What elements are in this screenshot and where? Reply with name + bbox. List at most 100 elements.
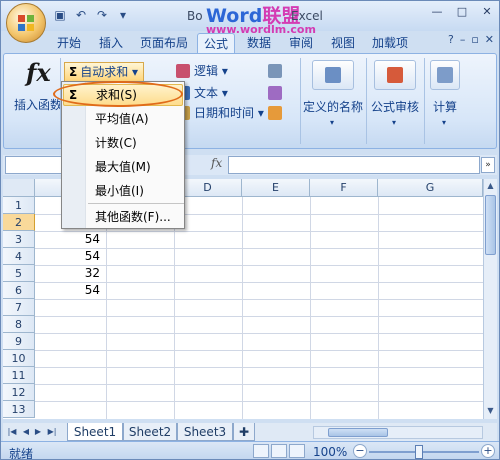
tab-addins[interactable]: 加载项 xyxy=(367,33,413,53)
zoom-in-icon[interactable]: + xyxy=(481,444,495,458)
office-button[interactable] xyxy=(6,3,46,43)
column-header[interactable]: F xyxy=(310,179,378,197)
page-layout-view-icon[interactable] xyxy=(271,444,287,458)
sigma-icon: Σ xyxy=(69,88,78,102)
tab-formulas[interactable]: 公式 xyxy=(197,33,235,53)
formula-input[interactable] xyxy=(228,156,480,174)
row-header[interactable]: 10 xyxy=(3,350,35,367)
more-functions-icon[interactable] xyxy=(268,106,282,120)
window-controls: — □ ✕ xyxy=(425,3,499,21)
autosum-button[interactable]: Σ 自动求和 ▾ xyxy=(64,62,144,82)
ribbon-minimize-icon[interactable]: – xyxy=(460,33,466,46)
select-all-corner[interactable] xyxy=(3,179,35,197)
minimize-icon[interactable]: — xyxy=(425,3,449,21)
maximize-icon[interactable]: □ xyxy=(450,3,474,21)
zoom-level[interactable]: 100% xyxy=(313,445,347,459)
sheet-tab[interactable]: Sheet1 xyxy=(67,423,123,441)
normal-view-icon[interactable] xyxy=(253,444,269,458)
row-header[interactable]: 6 xyxy=(3,282,35,299)
expand-formula-icon[interactable]: » xyxy=(481,157,495,173)
row-header[interactable]: 5 xyxy=(3,265,35,282)
menu-item-more-functions[interactable]: 其他函数(F)... xyxy=(63,206,183,228)
row-header-selected[interactable]: 2 xyxy=(3,214,35,231)
logic-button[interactable]: 逻辑 ▾ xyxy=(194,62,228,79)
help-icon[interactable]: ? xyxy=(448,33,454,46)
row-header[interactable]: 12 xyxy=(3,384,35,401)
ribbon-close-icon[interactable]: ✕ xyxy=(485,33,494,46)
menu-item-count[interactable]: 计数(C) xyxy=(63,132,183,154)
menu-item-label: 求和(S) xyxy=(96,88,137,102)
page-break-view-icon[interactable] xyxy=(289,444,305,458)
sheet-tab[interactable]: Sheet2 xyxy=(123,423,177,441)
datetime-button[interactable]: 日期和时间 ▾ xyxy=(194,104,264,121)
defined-names-button[interactable] xyxy=(312,60,354,90)
status-ready: 就绪 xyxy=(9,447,34,460)
menu-item-min[interactable]: 最小值(I) xyxy=(63,180,183,202)
menu-item-label: 最小值(I) xyxy=(95,184,144,198)
row-header[interactable]: 8 xyxy=(3,316,35,333)
insert-function-icon[interactable]: fx xyxy=(26,58,51,87)
column-header[interactable]: G xyxy=(378,179,483,197)
cell-value[interactable]: 54 xyxy=(43,231,103,248)
next-sheet-icon[interactable]: ▶ xyxy=(33,426,43,438)
row-header[interactable]: 4 xyxy=(3,248,35,265)
customize-qat-icon[interactable]: ▾ xyxy=(114,7,132,23)
save-icon[interactable]: ▣ xyxy=(51,7,69,23)
chevron-down-icon: ▾ xyxy=(442,118,447,127)
calc-button[interactable] xyxy=(430,60,460,90)
chevron-down-icon: ▾ xyxy=(128,65,139,79)
column-header[interactable]: E xyxy=(242,179,310,197)
row-header[interactable]: 13 xyxy=(3,401,35,418)
row-header[interactable]: 3 xyxy=(3,231,35,248)
lookup-icon[interactable] xyxy=(268,64,282,78)
tab-data[interactable]: 数据 xyxy=(241,33,277,53)
tab-insert[interactable]: 插入 xyxy=(93,33,129,53)
gridline xyxy=(35,367,483,368)
zoom-slider-knob[interactable] xyxy=(415,445,423,459)
zoom-out-icon[interactable]: − xyxy=(353,444,367,458)
scroll-up-icon[interactable]: ▲ xyxy=(484,179,497,193)
horizontal-scroll-thumb[interactable] xyxy=(328,428,388,437)
status-bar: 就绪 100% − + xyxy=(1,441,499,460)
insert-sheet-icon[interactable]: ✚ xyxy=(233,423,255,441)
tab-home[interactable]: 开始 xyxy=(51,33,87,53)
redo-icon[interactable]: ↷ xyxy=(93,7,111,23)
menu-item-average[interactable]: 平均值(A) xyxy=(63,108,183,130)
defined-names-label[interactable]: 定义的名称 xyxy=(302,98,364,115)
menu-item-label: 计数(C) xyxy=(95,136,137,150)
row-header[interactable]: 1 xyxy=(3,197,35,214)
ribbon-restore-icon[interactable]: ▫ xyxy=(471,33,478,46)
row-header[interactable]: 9 xyxy=(3,333,35,350)
vertical-scrollbar[interactable]: ▲ ▼ xyxy=(483,179,497,419)
tab-view[interactable]: 视图 xyxy=(325,33,361,53)
sheet-tab[interactable]: Sheet3 xyxy=(177,423,233,441)
cell-value[interactable]: 32 xyxy=(43,265,103,282)
horizontal-scrollbar[interactable] xyxy=(313,426,483,439)
title-prefix: Bo xyxy=(187,9,203,23)
menu-item-max[interactable]: 最大值(M) xyxy=(63,156,183,178)
menu-item-sum[interactable]: Σ 求和(S) xyxy=(63,84,183,106)
prev-sheet-icon[interactable]: ◀ xyxy=(21,426,31,438)
close-icon[interactable]: ✕ xyxy=(475,3,499,21)
cell-value[interactable]: 54 xyxy=(43,248,103,265)
insert-function-label[interactable]: 插入函数 xyxy=(14,96,62,113)
scroll-down-icon[interactable]: ▼ xyxy=(484,404,497,418)
autosum-label: 自动求和 xyxy=(80,65,129,79)
cell-value[interactable]: 54 xyxy=(43,282,103,299)
row-header[interactable]: 11 xyxy=(3,367,35,384)
formula-fx-icon[interactable]: fx xyxy=(211,156,222,170)
vertical-scroll-thumb[interactable] xyxy=(485,195,496,255)
row-header[interactable]: 7 xyxy=(3,299,35,316)
view-buttons xyxy=(253,444,305,458)
calc-label[interactable]: 计算 xyxy=(424,98,466,115)
tab-review[interactable]: 审阅 xyxy=(283,33,319,53)
tab-page-layout[interactable]: 页面布局 xyxy=(135,33,193,53)
undo-icon[interactable]: ↶ xyxy=(72,7,90,23)
first-sheet-icon[interactable]: |◀ xyxy=(7,426,17,438)
text-button[interactable]: 文本 ▾ xyxy=(194,84,228,101)
zoom-slider-track[interactable] xyxy=(369,451,479,453)
formula-audit-label[interactable]: 公式审核 xyxy=(366,98,424,115)
math-icon[interactable] xyxy=(268,86,282,100)
formula-audit-button[interactable] xyxy=(374,60,416,90)
last-sheet-icon[interactable]: ▶| xyxy=(47,426,57,438)
